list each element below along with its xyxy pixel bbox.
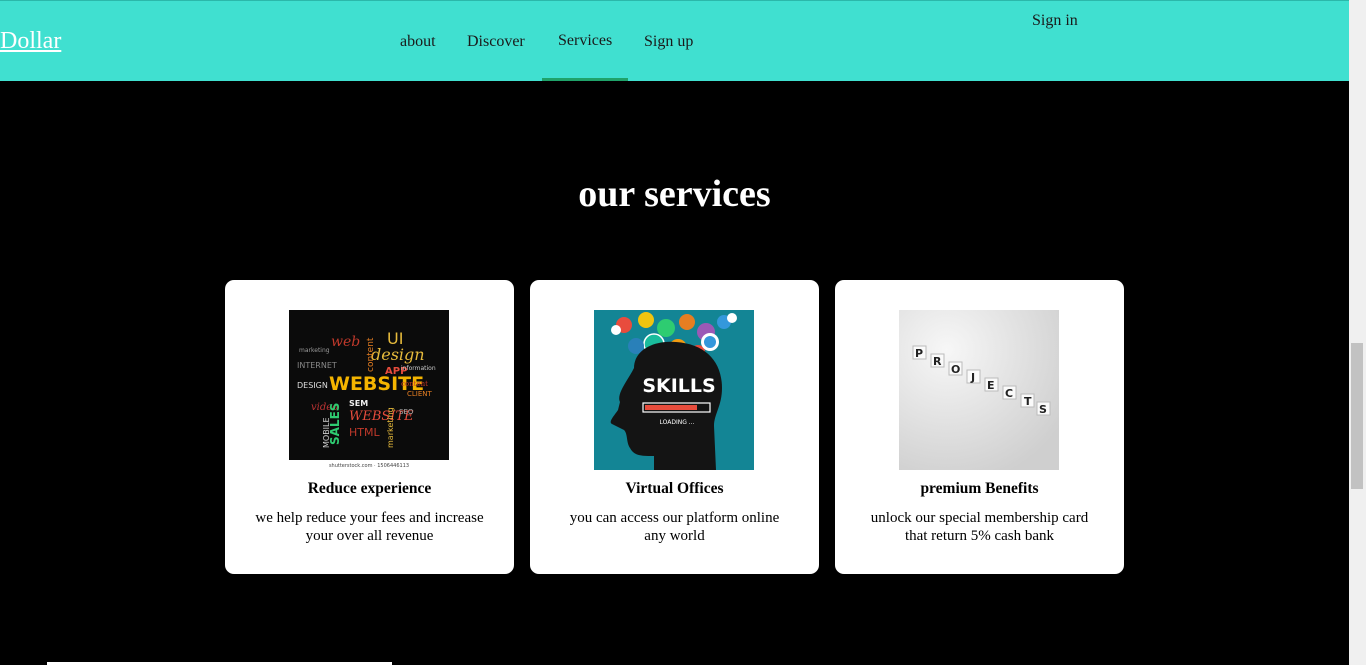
- scrollbar-thumb[interactable]: [1351, 343, 1363, 489]
- skills-head-image: SKILLS LOADING ...: [594, 310, 754, 470]
- nav-link-about[interactable]: about: [400, 33, 436, 51]
- nav-link-services[interactable]: Services: [558, 32, 612, 50]
- nav-link-signup[interactable]: Sign up: [644, 33, 693, 51]
- svg-text:C: C: [1005, 387, 1013, 400]
- svg-text:content: content: [366, 337, 376, 372]
- card-description: we help reduce your fees and increase yo…: [255, 510, 484, 544]
- svg-text:UI: UI: [387, 329, 403, 348]
- svg-text:CLIENT: CLIENT: [407, 390, 433, 398]
- svg-text:J: J: [970, 371, 975, 384]
- svg-text:INTERNET: INTERNET: [297, 361, 337, 370]
- svg-text:DESIGN: DESIGN: [297, 381, 328, 390]
- svg-text:T: T: [1024, 395, 1032, 408]
- svg-text:information: information: [401, 365, 436, 372]
- card-title: premium Benefits: [920, 480, 1039, 497]
- card-title: Reduce experience: [307, 480, 432, 497]
- service-card-premium-benefits[interactable]: P R O J E C T S premium Benefits unlock …: [835, 280, 1124, 574]
- service-card-reduce-experience[interactable]: shutterstock.com · 1506446113 WEBSITE de…: [225, 280, 514, 574]
- vertical-scrollbar[interactable]: [1349, 0, 1366, 665]
- svg-text:shutterstock.com · 1506446113: shutterstock.com · 1506446113: [329, 463, 409, 469]
- service-card-virtual-offices[interactable]: SKILLS LOADING ... Virtual Offices you c…: [530, 280, 819, 574]
- svg-text:LOADING ...: LOADING ...: [659, 419, 694, 426]
- nav-link-discover[interactable]: Discover: [467, 33, 525, 51]
- card-description: unlock our special membership card that …: [870, 510, 1089, 544]
- logo-link[interactable]: Dollar: [0, 28, 61, 55]
- card-title: Virtual Offices: [625, 480, 724, 497]
- svg-text:E: E: [987, 379, 995, 392]
- svg-text:marketing: marketing: [299, 347, 330, 354]
- svg-text:S: S: [1039, 403, 1047, 416]
- svg-text:O: O: [951, 363, 960, 376]
- svg-text:MOBILE: MOBILE: [322, 417, 331, 448]
- svg-text:R: R: [933, 355, 942, 368]
- svg-text:content: content: [401, 380, 428, 388]
- signin-link[interactable]: Sign in: [1032, 12, 1078, 30]
- projects-blocks-image: P R O J E C T S: [899, 310, 1059, 470]
- card-description: you can access our platform online any w…: [569, 510, 780, 544]
- svg-text:SKILLS: SKILLS: [642, 375, 715, 397]
- svg-text:marketing: marketing: [386, 407, 395, 448]
- svg-text:SEO: SEO: [399, 408, 414, 416]
- top-navbar: Dollar about Discover Services Sign up S…: [0, 0, 1349, 81]
- active-tab-indicator: [542, 78, 628, 81]
- svg-text:P: P: [915, 347, 923, 360]
- svg-text:web: web: [331, 334, 360, 350]
- svg-text:HTML: HTML: [349, 426, 380, 439]
- svg-text:SEM: SEM: [349, 399, 368, 408]
- section-title: our services: [578, 173, 771, 215]
- website-wordcloud-image: shutterstock.com · 1506446113 WEBSITE de…: [289, 310, 449, 470]
